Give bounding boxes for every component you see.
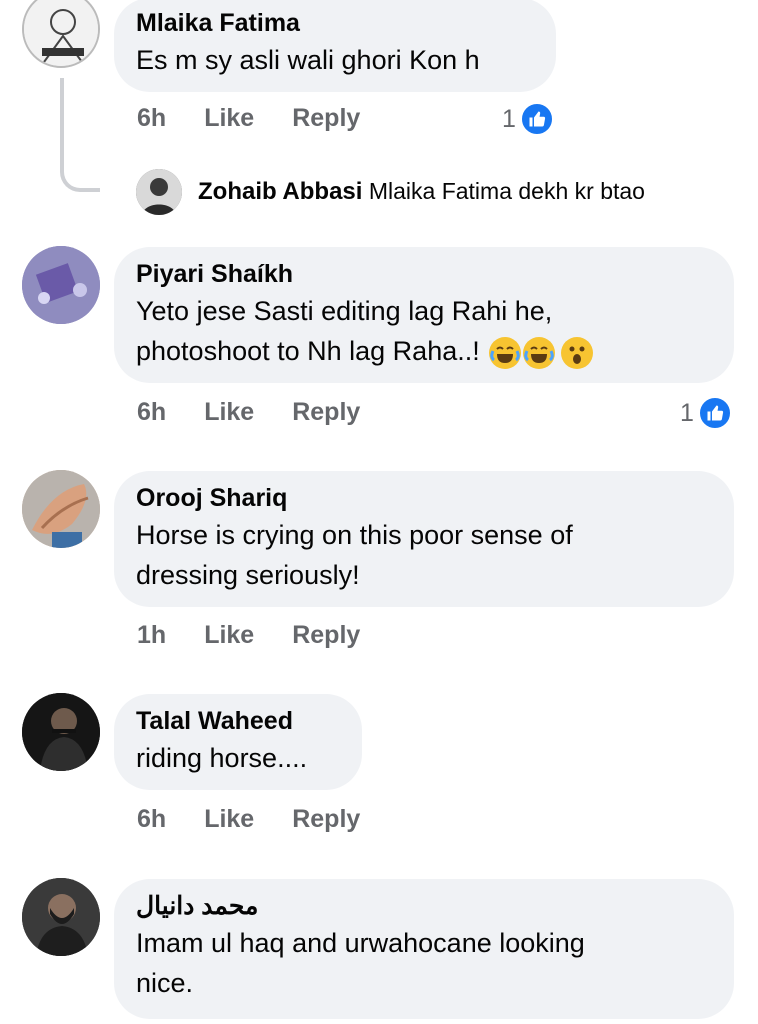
comment-text-2: nice. (136, 968, 194, 998)
comment-author[interactable]: Orooj Shariq (136, 481, 712, 515)
comment-text-line: photoshoot to Nh lag Raha..! (136, 331, 712, 371)
comment-time[interactable]: 1h (137, 621, 166, 650)
like-button[interactable]: Like (204, 805, 254, 834)
like-thumb-icon (519, 102, 554, 136)
comment-time[interactable]: 6h (137, 398, 166, 427)
thread-connector (60, 78, 100, 192)
comment-text: Imam ul haq and urwahocane looking (136, 928, 585, 958)
reply-button[interactable]: Reply (292, 398, 360, 427)
reply-author[interactable]: Zohaib Abbasi (198, 178, 362, 205)
comment-text-2: dressing seriously! (136, 560, 360, 590)
laughing-crying-emoji-icon (523, 336, 556, 369)
comment-bubble: Talal Waheed riding horse.... (114, 694, 362, 790)
reply-button[interactable]: Reply (292, 621, 360, 650)
comment-actions: 1h Like Reply (137, 621, 398, 650)
reaction-summary[interactable]: 1 (680, 396, 732, 430)
avatar[interactable] (22, 246, 100, 324)
reply-button[interactable]: Reply (292, 805, 360, 834)
comment-actions: 6h Like Reply (137, 398, 398, 427)
reaction-summary[interactable]: 1 (502, 102, 554, 136)
comment-actions: 6h Like Reply (137, 805, 398, 834)
comment-time[interactable]: 6h (137, 104, 166, 133)
comment-bubble: Piyari Shaíkh Yeto jese Sasti editing la… (114, 247, 734, 383)
reply-text: Mlaika Fatima dekh kr btao (368, 178, 645, 204)
reply-comment: Zohaib Abbasi Mlaika Fatima dekh kr btao (198, 178, 645, 206)
comment-bubble: Mlaika Fatima Es m sy asli wali ghori Ko… (114, 0, 556, 92)
comment-text: riding horse.... (136, 743, 308, 773)
comment-text: Es m sy asli wali ghori Kon h (136, 45, 480, 75)
comment-author[interactable]: Piyari Shaíkh (136, 257, 712, 291)
avatar[interactable] (22, 0, 100, 68)
reply-button[interactable]: Reply (292, 104, 360, 133)
reaction-count: 1 (502, 104, 516, 133)
avatar[interactable] (22, 878, 100, 956)
comment-text: Yeto jese Sasti editing lag Rahi he, (136, 296, 553, 326)
avatar[interactable] (22, 470, 100, 548)
like-button[interactable]: Like (204, 104, 254, 133)
like-thumb-icon (697, 396, 732, 430)
comment-time[interactable]: 6h (137, 805, 166, 834)
like-button[interactable]: Like (204, 621, 254, 650)
reaction-count: 1 (680, 398, 694, 427)
like-button[interactable]: Like (204, 398, 254, 427)
comment-author[interactable]: محمد دانیال (136, 889, 258, 923)
comment-bubble: Orooj Shariq Horse is crying on this poo… (114, 471, 734, 607)
avatar[interactable] (22, 693, 100, 771)
comment-text-2: photoshoot to Nh lag Raha..! (136, 336, 480, 366)
comment-author[interactable]: Talal Waheed (136, 704, 340, 738)
comment-text: Horse is crying on this poor sense of (136, 520, 573, 550)
comment-bubble: محمد دانیال Imam ul haq and urwahocane l… (114, 879, 734, 1019)
laughing-crying-emoji-icon (489, 336, 522, 369)
surprised-emoji-icon (561, 336, 594, 369)
comment-author[interactable]: Mlaika Fatima (136, 6, 534, 40)
reply-avatar[interactable] (136, 169, 182, 215)
comment-actions: 6h Like Reply (137, 104, 398, 133)
